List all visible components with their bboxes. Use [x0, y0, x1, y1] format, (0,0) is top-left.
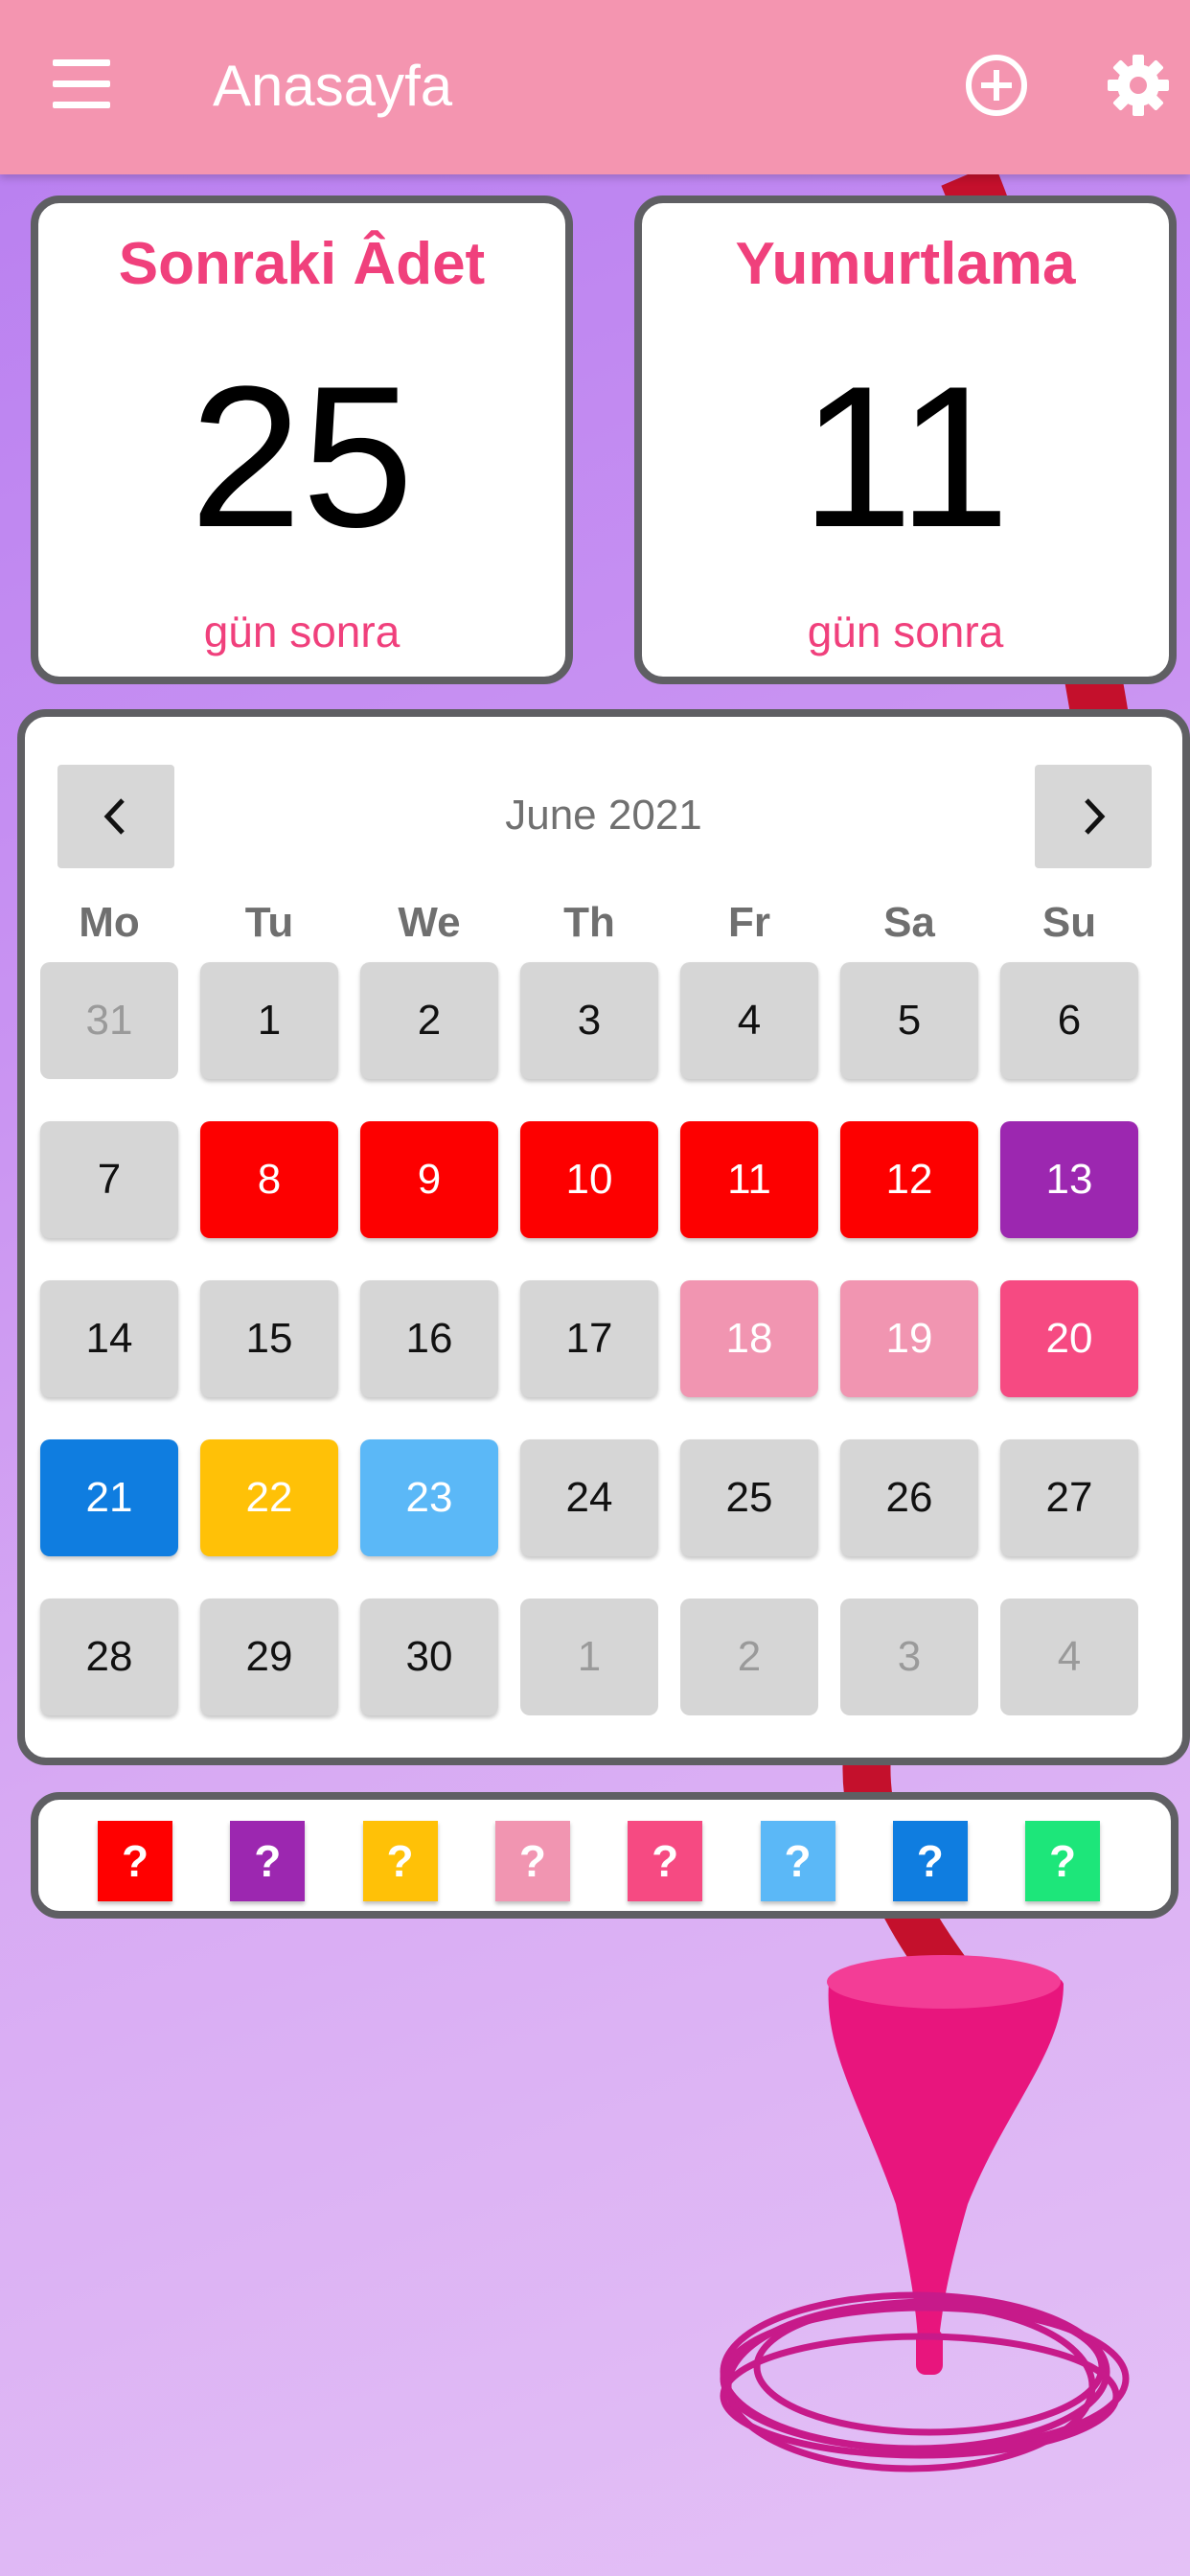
calendar-day[interactable]: 20	[1000, 1280, 1138, 1397]
month-title: June 2021	[505, 792, 702, 839]
calendar-day-outside-month[interactable]: 31	[40, 962, 178, 1079]
calendar-day-outside-month[interactable]: 4	[1000, 1598, 1138, 1715]
calendar-day[interactable]: 21	[40, 1439, 178, 1556]
calendar-day[interactable]: 13	[1000, 1121, 1138, 1238]
calendar-day[interactable]: 18	[680, 1280, 818, 1397]
weekday-header: Fr	[728, 899, 770, 946]
calendar-day[interactable]: 16	[360, 1280, 498, 1397]
next-period-days: 25	[190, 344, 414, 569]
calendar-day[interactable]: 2	[360, 962, 498, 1079]
calendar-day[interactable]: 5	[840, 962, 978, 1079]
app-bar: Anasayfa	[0, 0, 1190, 174]
calendar: June 2021 Mo Tu We Th Fr Sa Su 31 1 2 3 4 5 6 7 8 9 10 11…	[17, 709, 1190, 1765]
calendar-day[interactable]: 26	[840, 1439, 978, 1556]
calendar-day[interactable]: 4	[680, 962, 818, 1079]
legend-chip[interactable]: ?	[628, 1821, 703, 1901]
next-period-title: Sonraki Âdet	[118, 231, 486, 297]
calendar-day[interactable]: 12	[840, 1121, 978, 1238]
page-title: Anasayfa	[213, 54, 453, 118]
calendar-day[interactable]: 19	[840, 1280, 978, 1397]
calendar-day-outside-month[interactable]: 3	[840, 1598, 978, 1715]
ovulation-days: 11	[801, 344, 1010, 569]
legend-chip[interactable]: ?	[760, 1821, 835, 1901]
ovulation-title: Yumurtlama	[735, 231, 1076, 297]
calendar-day[interactable]: 14	[40, 1280, 178, 1397]
calendar-day[interactable]: 27	[1000, 1439, 1138, 1556]
gear-icon[interactable]	[1106, 53, 1171, 118]
calendar-day[interactable]: 10	[520, 1121, 658, 1238]
ovulation-unit: gün sonra	[807, 607, 1004, 656]
legend-chip[interactable]: ?	[1025, 1821, 1101, 1901]
legend-chip[interactable]: ?	[230, 1821, 306, 1901]
weekday-header: Su	[1041, 899, 1097, 946]
legend-chip[interactable]: ?	[362, 1821, 438, 1901]
calendar-day[interactable]: 22	[200, 1439, 338, 1556]
add-circle-icon[interactable]	[964, 53, 1029, 118]
calendar-day[interactable]: 7	[40, 1121, 178, 1238]
calendar-day[interactable]: 6	[1000, 962, 1138, 1079]
weekday-header: Sa	[883, 899, 935, 946]
calendar-day[interactable]: 29	[200, 1598, 338, 1715]
calendar-day-outside-month[interactable]: 1	[520, 1598, 658, 1715]
ovulation-card[interactable]: Yumurtlama 11 gün sonra	[634, 196, 1177, 684]
calendar-day[interactable]: 24	[520, 1439, 658, 1556]
calendar-day[interactable]: 11	[680, 1121, 818, 1238]
chevron-right-icon	[1085, 798, 1106, 835]
next-period-unit: gün sonra	[203, 607, 400, 656]
calendar-day[interactable]: 17	[520, 1280, 658, 1397]
legend-chip[interactable]: ?	[494, 1821, 570, 1901]
calendar-day[interactable]: 1	[200, 962, 338, 1079]
menu-icon[interactable]	[53, 59, 110, 109]
calendar-day[interactable]: 28	[40, 1598, 178, 1715]
legend-chip[interactable]: ?	[892, 1821, 968, 1901]
calendar-day-outside-month[interactable]: 2	[680, 1598, 818, 1715]
calendar-day[interactable]: 3	[520, 962, 658, 1079]
calendar-day[interactable]: 8	[200, 1121, 338, 1238]
weekday-header: Th	[563, 899, 615, 946]
weekday-header: We	[398, 899, 461, 946]
calendar-day[interactable]: 30	[360, 1598, 498, 1715]
calendar-day[interactable]: 25	[680, 1439, 818, 1556]
weekday-header: Tu	[244, 899, 294, 946]
calendar-day[interactable]: 23	[360, 1439, 498, 1556]
weekday-header: Mo	[79, 899, 140, 946]
color-legend: ????????	[31, 1792, 1179, 1919]
next-month-button[interactable]	[1035, 765, 1152, 868]
legend-chip[interactable]: ?	[98, 1821, 172, 1901]
calendar-day[interactable]: 15	[200, 1280, 338, 1397]
next-period-card[interactable]: Sonraki Âdet 25 gün sonra	[31, 196, 573, 684]
calendar-day[interactable]: 9	[360, 1121, 498, 1238]
